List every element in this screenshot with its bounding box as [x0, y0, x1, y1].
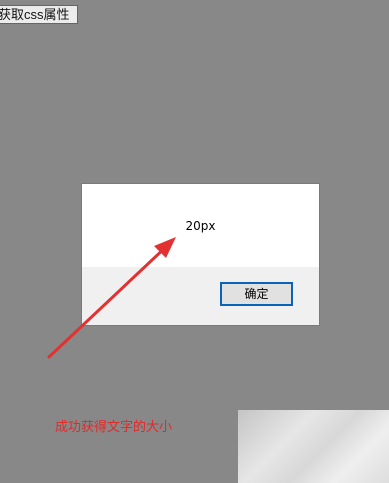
annotation-caption: 成功获得文字的大小 [55, 420, 173, 435]
alert-dialog: 20px 确定 [81, 183, 320, 326]
watermark-logo [238, 410, 389, 483]
ok-button[interactable]: 确定 [220, 282, 293, 306]
get-css-property-button[interactable]: 获取css属性 [0, 5, 78, 24]
dialog-message: 20px [185, 219, 216, 233]
dialog-footer: 确定 [82, 267, 319, 325]
